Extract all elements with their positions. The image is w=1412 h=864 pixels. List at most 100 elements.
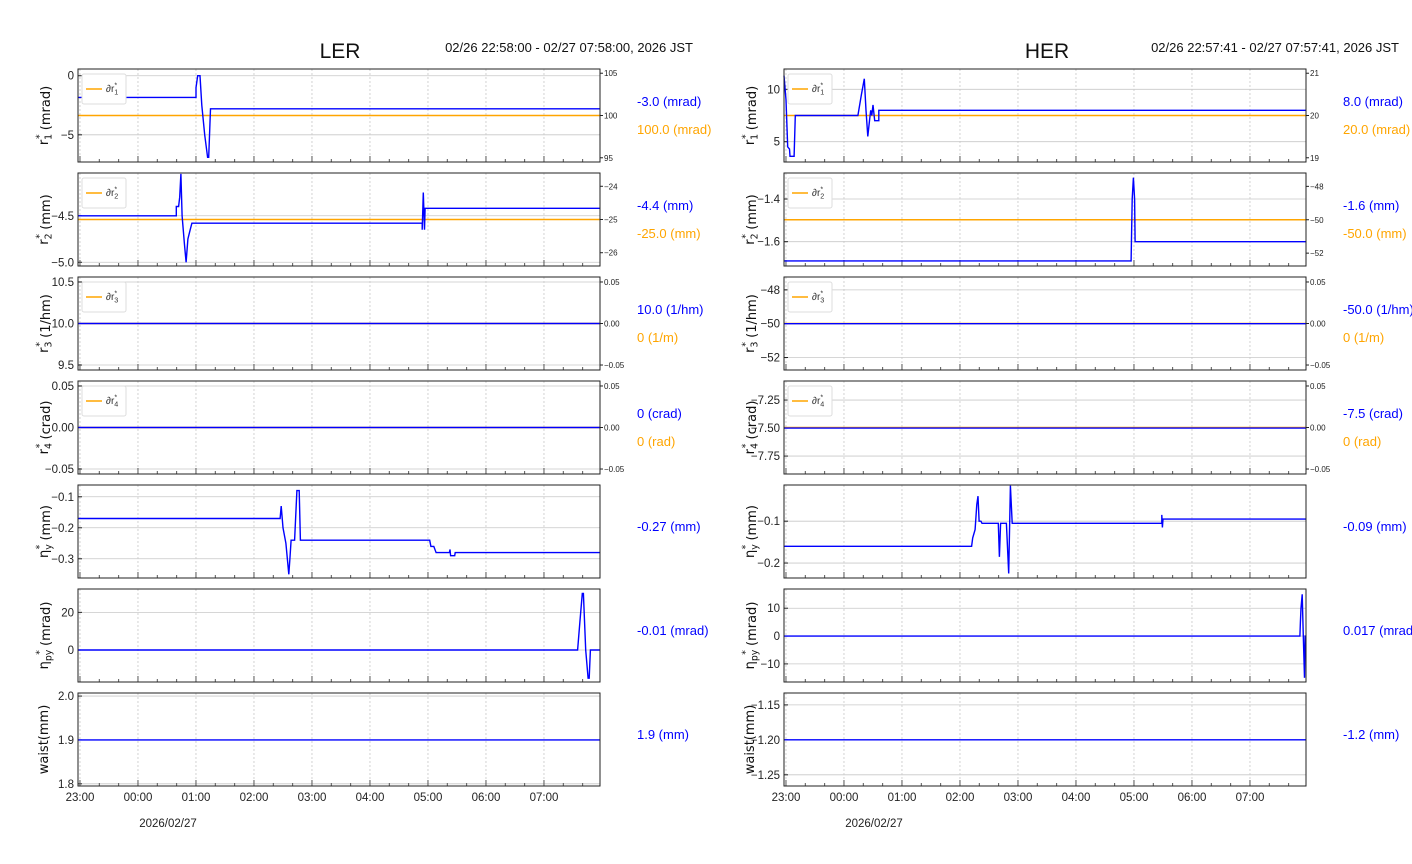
panel-1: 0 −5 105 100 95 ∂r1* r1* (mrad) -3.0 (mrad) 100…	[34, 68, 711, 163]
panel-4: −7.25−7.50−7.750.050.00−0.05∂r4* r4* (cr…	[740, 380, 1403, 475]
y-tick-label: −0.2	[51, 523, 74, 535]
x-tick-label: 02:00	[946, 792, 975, 804]
readout-setpoint: 100.0 (mrad)	[637, 122, 711, 137]
y-tick-label: 9.5	[58, 360, 74, 372]
x-tick-label: 04:00	[1062, 792, 1091, 804]
x-tick-label: 01:00	[888, 792, 917, 804]
chart-title: LER	[320, 40, 361, 63]
panel-6: 10 0 −10ηpy* (mrad) 0.017 (mrad)	[740, 588, 1412, 683]
readout-setpoint: 20.0 (mrad)	[1343, 122, 1410, 137]
y-tick-label: −10	[760, 659, 780, 671]
readout-measured: -0.01 (mrad)	[637, 623, 709, 638]
y-tick-label: −50	[760, 319, 780, 331]
x-tick-label: 06:00	[472, 792, 501, 804]
panel-2: −1.4 −1.6 −48 −50 −52 ∂r2* r2* (mm) -1.6 (mm) -…	[740, 172, 1407, 267]
right-y-tick-label: 0.05	[604, 278, 620, 287]
x-tick-label: 03:00	[1004, 792, 1033, 804]
label-unit: (mrad)	[745, 602, 760, 646]
label-base: η	[37, 661, 52, 669]
readout-measured: 1.9 (mm)	[637, 727, 689, 742]
y-axis-label: waist(mm)	[37, 705, 52, 775]
right-y-tick-label: 100	[604, 112, 618, 121]
measured-line	[78, 592, 600, 679]
label-unit: (crad)	[39, 401, 54, 440]
y-tick-label: −0.3	[51, 554, 74, 566]
readout-setpoint: -50.0 (mm)	[1343, 226, 1407, 241]
y-axis-label: r4* (crad)	[34, 401, 54, 455]
right-y-tick-label: −26	[604, 249, 618, 258]
label-gap	[823, 86, 826, 97]
readout-measured: 0.017 (mrad)	[1343, 623, 1412, 638]
y-axis-label: ηy* (mm)	[34, 505, 54, 558]
right-y-tick-label: 0.00	[1310, 320, 1326, 329]
right-y-tick-label: 0.00	[1310, 424, 1326, 433]
panel-5: −0.1 −0.2 −0.3ηy* (mm) -0.27 (mm)	[34, 484, 701, 579]
y-axis-label: ηpy* (mrad)	[34, 602, 54, 670]
readout-measured: 0 (crad)	[637, 406, 682, 421]
x-tick-label: 05:00	[414, 792, 443, 804]
chart-ler: LER 02/26 22:58:00 - 02/27 07:58:00, 2026…	[34, 40, 711, 830]
label-gap	[117, 294, 120, 305]
y-tick-label: 0	[68, 645, 74, 657]
y-tick-label: −1.6	[757, 237, 780, 249]
label-unit: (mm)	[743, 705, 758, 740]
y-tick-label: 0	[68, 71, 74, 83]
readout-setpoint: -25.0 (mm)	[637, 226, 701, 241]
readout-measured: -0.09 (mm)	[1343, 519, 1407, 534]
legend: ∂r3*	[81, 281, 127, 313]
y-tick-label: 10.0	[52, 319, 74, 331]
y-tick-label: 1.8	[58, 779, 74, 791]
label-unit: (mm)	[39, 194, 54, 229]
right-y-tick-label: 0.05	[1310, 382, 1326, 391]
y-axis-label: r4* (crad)	[740, 401, 760, 455]
x-tick-label: 07:00	[1236, 792, 1265, 804]
y-axis-label: r3* (1/hm)	[34, 294, 54, 353]
plot-frame	[77, 484, 601, 579]
y-axis-label: r1* (mrad)	[34, 86, 54, 145]
chart-title: HER	[1025, 40, 1069, 63]
readout-measured: -4.4 (mm)	[637, 198, 693, 213]
x-tick-label: 01:00	[182, 792, 211, 804]
x-tick-label: 06:00	[1178, 792, 1207, 804]
right-y-tick-label: −0.05	[604, 465, 625, 474]
y-tick-label: 0.00	[52, 423, 74, 435]
plot-frame	[77, 588, 601, 683]
panel-7: −1.15−1.20−1.25waist(mm) -1.2 (mm)	[743, 692, 1399, 787]
readout-setpoint: 0 (rad)	[637, 434, 675, 449]
right-y-tick-label: −48	[1310, 182, 1324, 191]
right-y-tick-label: −0.05	[1310, 465, 1331, 474]
panel-7: 2.0 1.9 1.8 waist(mm) 1.9 (mm)	[37, 691, 689, 791]
panel-4: 0.05 0.00 −0.05 0.05 0.00 −0.05 ∂r4* r4* (crad…	[34, 380, 682, 476]
time-range: 02/26 22:57:41 - 02/27 07:57:41, 2026 JS…	[1151, 40, 1399, 55]
y-axis-label: r2* (mm)	[34, 194, 54, 244]
readout-measured: -50.0 (1/hm)	[1343, 302, 1412, 317]
measured-line	[784, 485, 1306, 574]
right-y-tick-label: −52	[1310, 249, 1324, 258]
y-axis-label: ηy* (mm)	[740, 505, 760, 558]
y-axis-label: r3* (1/hm)	[740, 294, 760, 353]
right-y-tick-label: 0.05	[1310, 278, 1326, 287]
x-tick-label: 07:00	[530, 792, 559, 804]
label-gap	[117, 398, 120, 409]
readout-measured: -0.27 (mm)	[637, 519, 701, 534]
label-base: η	[37, 550, 52, 558]
right-y-tick-label: −25	[604, 216, 618, 225]
label-base: η	[743, 550, 758, 558]
y-tick-label: −48	[760, 285, 780, 297]
readout-setpoint: 0 (1/m)	[637, 330, 678, 345]
chart-her: HER 02/26 22:57:41 - 02/27 07:57:41, 2026…	[740, 40, 1412, 830]
measured-line	[78, 173, 600, 263]
y-axis-label: r2* (mm)	[740, 194, 760, 244]
plot-frame	[783, 484, 1307, 579]
measured-line	[78, 74, 600, 159]
x-tick-label: 02:00	[240, 792, 269, 804]
time-range: 02/26 22:58:00 - 02/27 07:58:00, 2026 JS…	[445, 40, 693, 55]
label-unit: (crad)	[745, 401, 760, 440]
legend: ∂r3*	[787, 281, 833, 313]
panel-1: 10 5 21 20 19 ∂r1* r1* (mrad) 8.0 (mrad) 20.0 (…	[740, 68, 1410, 163]
y-tick-label: −0.1	[757, 516, 780, 528]
figure: LER 02/26 22:58:00 - 02/27 07:58:00, 2026…	[34, 40, 1412, 830]
right-y-tick-label: −0.05	[1310, 361, 1331, 370]
readout-measured: 10.0 (1/hm)	[637, 302, 703, 317]
y-tick-label: −0.2	[757, 558, 780, 570]
